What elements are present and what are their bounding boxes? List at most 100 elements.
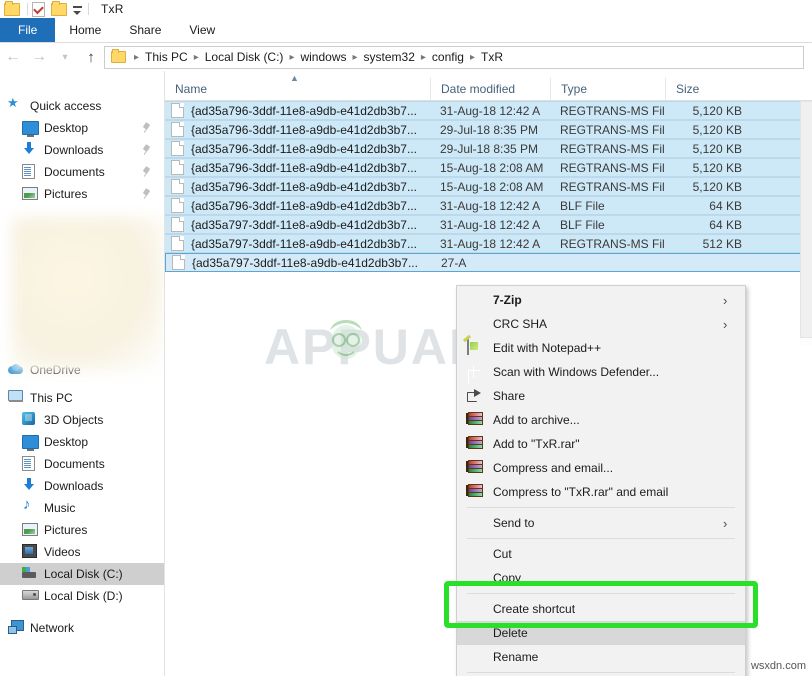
- downloads-icon: [22, 478, 38, 494]
- menu-item-share[interactable]: Share: [457, 384, 745, 408]
- table-row[interactable]: {ad35a797-3ddf-11e8-a9db-e41d2db3b7... 3…: [165, 234, 812, 253]
- menu-item-cut[interactable]: Cut: [457, 542, 745, 566]
- file-rows: {ad35a796-3ddf-11e8-a9db-e41d2db3b7... 3…: [165, 101, 812, 272]
- properties-icon[interactable]: [32, 1, 48, 17]
- sidebar-item-local-disk-c[interactable]: Local Disk (C:): [0, 563, 164, 585]
- sidebar-item-desktop-qa[interactable]: Desktop: [0, 117, 164, 139]
- menu-item-crc-sha[interactable]: CRC SHA ›: [457, 312, 745, 336]
- menu-item-copy[interactable]: Copy: [457, 566, 745, 590]
- tab-home[interactable]: Home: [55, 18, 115, 42]
- tab-view[interactable]: View: [175, 18, 229, 42]
- sidebar-item-desktop[interactable]: Desktop: [0, 431, 164, 453]
- pin-icon[interactable]: [142, 145, 152, 155]
- footer-watermark: wsxdn.com: [751, 660, 806, 672]
- sidebar-item-music[interactable]: Music: [0, 497, 164, 519]
- menu-item-label: Add to "TxR.rar": [493, 437, 745, 451]
- sidebar-item-quick-access[interactable]: Quick access: [0, 95, 164, 117]
- menu-item-send-to[interactable]: Send to ›: [457, 511, 745, 535]
- sidebar-item-local-disk-d[interactable]: Local Disk (D:): [0, 585, 164, 607]
- local-disk-d-icon: [22, 588, 38, 604]
- address-bar[interactable]: ▸ This PC ▸ Local Disk (C:) ▸ windows ▸ …: [104, 46, 804, 69]
- breadcrumb-separator: ▸: [190, 52, 203, 63]
- table-row[interactable]: {ad35a796-3ddf-11e8-a9db-e41d2db3b7... 2…: [165, 139, 812, 158]
- column-header-name[interactable]: Name ▲: [165, 78, 430, 100]
- breadcrumb-windows[interactable]: windows: [298, 50, 348, 64]
- music-icon: [22, 500, 38, 516]
- pin-icon[interactable]: [142, 189, 152, 199]
- customize-qat-icon[interactable]: [70, 6, 84, 13]
- forward-button[interactable]: →: [26, 44, 52, 70]
- blank-icon: [467, 546, 485, 562]
- file-name-label: {ad35a796-3ddf-11e8-a9db-e41d2db3b7...: [191, 161, 417, 175]
- file-type-cell: REGTRANS-MS File: [550, 180, 665, 194]
- menu-item-create-shortcut[interactable]: Create shortcut: [457, 597, 745, 621]
- tab-file[interactable]: File: [0, 18, 55, 42]
- table-row[interactable]: {ad35a797-3ddf-11e8-a9db-e41d2db3b7... 3…: [165, 215, 812, 234]
- new-folder-icon[interactable]: [51, 1, 67, 17]
- sidebar-item-pictures-qa[interactable]: Pictures: [0, 183, 164, 205]
- sidebar-item-3d-objects[interactable]: 3D Objects: [0, 409, 164, 431]
- pin-icon[interactable]: [142, 167, 152, 177]
- sidebar-item-this-pc[interactable]: This PC: [0, 387, 164, 409]
- sidebar-item-videos[interactable]: Videos: [0, 541, 164, 563]
- table-row[interactable]: {ad35a796-3ddf-11e8-a9db-e41d2db3b7... 3…: [165, 101, 812, 120]
- videos-icon: [22, 544, 38, 560]
- menu-item-delete[interactable]: Delete: [457, 621, 745, 645]
- blank-icon: [467, 515, 485, 531]
- column-header-size[interactable]: Size: [665, 78, 750, 100]
- column-header-type[interactable]: Type: [550, 78, 665, 100]
- breadcrumb-txr[interactable]: TxR: [479, 50, 505, 64]
- column-header-date-modified[interactable]: Date modified: [430, 78, 550, 100]
- blank-icon: [467, 601, 485, 617]
- sidebar-item-label: Pictures: [44, 187, 142, 201]
- file-name-cell: {ad35a797-3ddf-11e8-a9db-e41d2db3b7...: [165, 217, 430, 232]
- scrollbar-thumb[interactable]: [800, 101, 812, 338]
- menu-item-add-to-txr-rar[interactable]: Add to "TxR.rar": [457, 432, 745, 456]
- recent-locations-button[interactable]: ▾: [52, 44, 78, 70]
- file-name-label: {ad35a797-3ddf-11e8-a9db-e41d2db3b7...: [192, 256, 418, 270]
- vertical-scrollbar[interactable]: [800, 101, 812, 346]
- table-row[interactable]: {ad35a796-3ddf-11e8-a9db-e41d2db3b7... 1…: [165, 158, 812, 177]
- notepadpp-icon: [467, 340, 485, 356]
- menu-item-add-to-archive[interactable]: Add to archive...: [457, 408, 745, 432]
- menu-item-compress-and-email[interactable]: Compress and email...: [457, 456, 745, 480]
- breadcrumb-separator: ▸: [417, 52, 430, 63]
- menu-item-label: Delete: [493, 626, 745, 640]
- qat-divider-2: [88, 3, 89, 15]
- menu-item-7-zip[interactable]: 7-Zip ›: [457, 288, 745, 312]
- file-size-cell: 64 KB: [665, 199, 750, 213]
- folder-icon[interactable]: [4, 1, 20, 17]
- sidebar-item-pictures[interactable]: Pictures: [0, 519, 164, 541]
- table-row[interactable]: {ad35a796-3ddf-11e8-a9db-e41d2db3b7... 2…: [165, 120, 812, 139]
- menu-item-rename[interactable]: Rename: [457, 645, 745, 669]
- sidebar-item-downloads[interactable]: Downloads: [0, 475, 164, 497]
- menu-item-edit-with-notepadpp[interactable]: Edit with Notepad++: [457, 336, 745, 360]
- breadcrumb-this-pc[interactable]: This PC: [143, 50, 190, 64]
- file-icon: [171, 122, 184, 137]
- sidebar-item-documents-qa[interactable]: Documents: [0, 161, 164, 183]
- table-row[interactable]: {ad35a796-3ddf-11e8-a9db-e41d2db3b7... 1…: [165, 177, 812, 196]
- navigation-bar: ← → ▾ ↑ ▸ This PC ▸ Local Disk (C:) ▸ wi…: [0, 43, 812, 71]
- network-icon: [8, 620, 24, 636]
- title-bar: TxR: [0, 0, 812, 18]
- sidebar-item-network[interactable]: Network: [0, 617, 164, 639]
- sidebar-item-downloads-qa[interactable]: Downloads: [0, 139, 164, 161]
- breadcrumb-local-disk-c[interactable]: Local Disk (C:): [203, 50, 286, 64]
- file-size-cell: 5,120 KB: [665, 142, 750, 156]
- sort-ascending-icon: ▲: [290, 73, 299, 83]
- back-button[interactable]: ←: [0, 44, 26, 70]
- menu-item-scan-with-windows-defender[interactable]: Scan with Windows Defender...: [457, 360, 745, 384]
- up-button[interactable]: ↑: [78, 44, 104, 70]
- pin-icon[interactable]: [142, 123, 152, 133]
- file-name-cell: {ad35a796-3ddf-11e8-a9db-e41d2db3b7...: [165, 122, 430, 137]
- file-name-cell: {ad35a796-3ddf-11e8-a9db-e41d2db3b7...: [165, 141, 430, 156]
- table-row[interactable]: {ad35a796-3ddf-11e8-a9db-e41d2db3b7... 3…: [165, 196, 812, 215]
- breadcrumb-system32[interactable]: system32: [362, 50, 417, 64]
- table-row-focused[interactable]: {ad35a797-3ddf-11e8-a9db-e41d2db3b7... 2…: [165, 253, 812, 272]
- sidebar-item-documents[interactable]: Documents: [0, 453, 164, 475]
- menu-item-label: Edit with Notepad++: [493, 341, 745, 355]
- tab-share[interactable]: Share: [115, 18, 175, 42]
- menu-item-compress-to-txr-rar-and-email[interactable]: Compress to "TxR.rar" and email: [457, 480, 745, 504]
- this-pc-icon: [8, 390, 24, 406]
- breadcrumb-config[interactable]: config: [430, 50, 466, 64]
